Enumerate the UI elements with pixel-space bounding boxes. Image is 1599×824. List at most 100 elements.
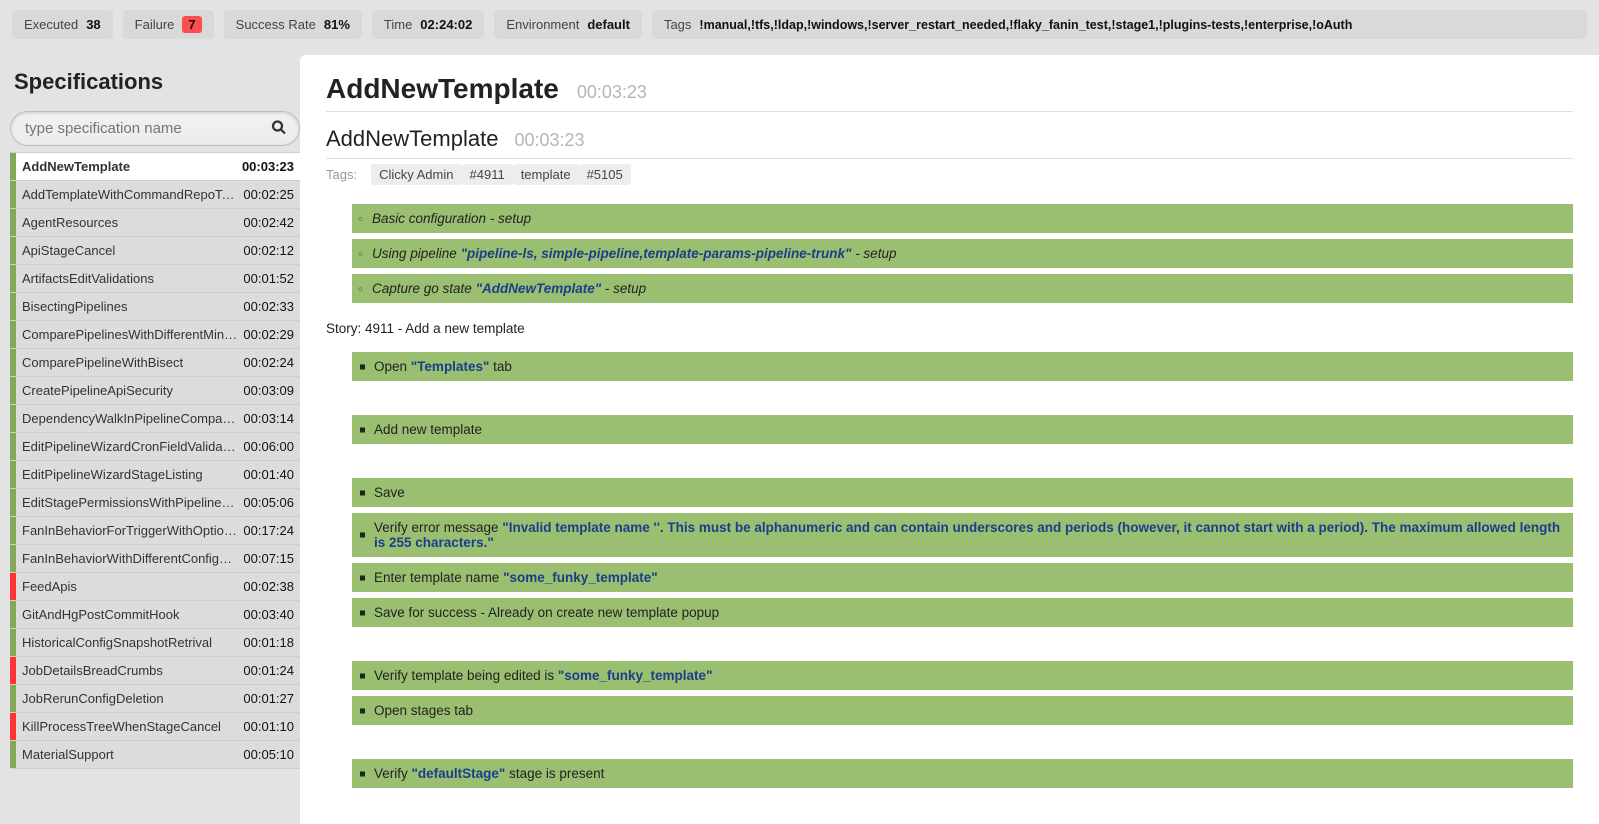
spec-name: JobDetailsBreadCrumbs <box>16 663 243 678</box>
spec-item[interactable]: FeedApis00:02:38 <box>10 573 300 601</box>
spec-duration: 00:03:09 <box>243 383 300 398</box>
summary-time: Time 02:24:02 <box>372 10 484 39</box>
spec-item[interactable]: KillProcessTreeWhenStageCancel00:01:10 <box>10 713 300 741</box>
summary-success-rate: Success Rate 81% <box>224 10 362 39</box>
context-list: Basic configuration - setupUsing pipelin… <box>326 204 1573 303</box>
summary-bar: Executed 38 Failure 7 Success Rate 81% T… <box>0 0 1599 49</box>
spec-name: HistoricalConfigSnapshotRetrival <box>16 635 243 650</box>
summary-tags: Tags !manual,!tfs,!ldap,!windows,!server… <box>652 10 1587 39</box>
spec-name: EditPipelineWizardStageListing <box>16 467 243 482</box>
spec-item[interactable]: CreatePipelineApiSecurity00:03:09 <box>10 377 300 405</box>
scenario-title: AddNewTemplate <box>326 126 498 152</box>
tag[interactable]: #5105 <box>579 164 631 185</box>
spec-name: FeedApis <box>16 579 243 594</box>
step: Add new template <box>352 415 1573 444</box>
spec-item[interactable]: DependencyWalkInPipelineCompar…00:03:14 <box>10 405 300 433</box>
spec-name: CreatePipelineApiSecurity <box>16 383 243 398</box>
spec-item[interactable]: EditPipelineWizardStageListing00:01:40 <box>10 461 300 489</box>
spec-duration: 00:02:29 <box>243 327 300 342</box>
spec-duration: 00:17:24 <box>243 523 300 538</box>
spec-item[interactable]: AgentResources00:02:42 <box>10 209 300 237</box>
step: Open stages tab <box>352 696 1573 725</box>
main-panel: AddNewTemplate 00:03:23 AddNewTemplate 0… <box>300 55 1599 824</box>
scenario-time: 00:03:23 <box>514 130 584 151</box>
spec-name: JobRerunConfigDeletion <box>16 691 243 706</box>
spec-duration: 00:01:27 <box>243 691 300 706</box>
spec-name: BisectingPipelines <box>16 299 243 314</box>
spec-duration: 00:02:42 <box>243 215 300 230</box>
spec-duration: 00:05:10 <box>243 747 300 762</box>
spec-name: EditStagePermissionsWithPipelineG… <box>16 495 243 510</box>
spec-duration: 00:01:52 <box>243 271 300 286</box>
spec-duration: 00:02:24 <box>243 355 300 370</box>
search-input[interactable] <box>10 111 300 146</box>
step: Verify "defaultStage" stage is present <box>352 759 1573 788</box>
spec-item[interactable]: ComparePipelineWithBisect00:02:24 <box>10 349 300 377</box>
summary-failure: Failure 7 <box>123 10 214 39</box>
spec-item[interactable]: EditStagePermissionsWithPipelineG…00:05:… <box>10 489 300 517</box>
spec-duration: 00:01:24 <box>243 663 300 678</box>
spec-item[interactable]: ArtifactsEditValidations00:01:52 <box>10 265 300 293</box>
spec-name: KillProcessTreeWhenStageCancel <box>16 719 243 734</box>
context-step: Basic configuration - setup <box>352 204 1573 233</box>
tag[interactable]: #4911 <box>462 164 513 185</box>
spec-item[interactable]: HistoricalConfigSnapshotRetrival00:01:18 <box>10 629 300 657</box>
spec-name: ComparePipelineWithBisect <box>16 355 243 370</box>
spec-item[interactable]: FanInBehaviorForTriggerWithOptions00:17:… <box>10 517 300 545</box>
spec-item[interactable]: ComparePipelinesWithDifferentMing…00:02:… <box>10 321 300 349</box>
step: Enter template name "some_funky_template… <box>352 563 1573 592</box>
spec-title-row: AddNewTemplate 00:03:23 <box>326 73 1573 112</box>
spec-duration: 00:02:12 <box>243 243 300 258</box>
spec-item[interactable]: BisectingPipelines00:02:33 <box>10 293 300 321</box>
search-box <box>10 111 300 146</box>
spec-item[interactable]: JobDetailsBreadCrumbs00:01:24 <box>10 657 300 685</box>
spec-item[interactable]: GitAndHgPostCommitHook00:03:40 <box>10 601 300 629</box>
spec-duration: 00:02:25 <box>243 187 300 202</box>
spec-duration: 00:01:10 <box>243 719 300 734</box>
spec-name: MaterialSupport <box>16 747 243 762</box>
spec-name: EditPipelineWizardCronFieldValidati… <box>16 439 243 454</box>
scenario-title-row: AddNewTemplate 00:03:23 <box>326 126 1573 159</box>
step: Verify error message "Invalid template n… <box>352 513 1573 557</box>
step: Verify template being edited is "some_fu… <box>352 661 1573 690</box>
failure-badge: 7 <box>182 16 201 33</box>
spec-name: GitAndHgPostCommitHook <box>16 607 243 622</box>
spec-item[interactable]: AddTemplateWithCommandRepoTask00:02:25 <box>10 181 300 209</box>
tags-label: Tags: <box>326 167 357 182</box>
spec-name: AddNewTemplate <box>16 159 242 174</box>
step: Save <box>352 478 1573 507</box>
spec-name: DependencyWalkInPipelineCompar… <box>16 411 243 426</box>
spec-item[interactable]: AddNewTemplate00:03:23 <box>10 153 300 181</box>
spec-name: FanInBehaviorForTriggerWithOptions <box>16 523 243 538</box>
spec-name: ArtifactsEditValidations <box>16 271 243 286</box>
sidebar-title: Specifications <box>10 49 300 111</box>
story-text: Story: 4911 - Add a new template <box>326 321 1573 336</box>
spec-name: AddTemplateWithCommandRepoTask <box>16 187 243 202</box>
spec-duration: 00:02:33 <box>243 299 300 314</box>
sidebar: Specifications AddNewTemplate00:03:23Add… <box>0 49 300 824</box>
spec-item[interactable]: ApiStageCancel00:02:12 <box>10 237 300 265</box>
spec-duration: 00:01:40 <box>243 467 300 482</box>
spec-duration: 00:05:06 <box>243 495 300 510</box>
summary-executed: Executed 38 <box>12 10 113 39</box>
summary-environment: Environment default <box>494 10 642 39</box>
tag[interactable]: Clicky Admin <box>371 164 461 185</box>
spec-duration: 00:02:38 <box>243 579 300 594</box>
spec-name: AgentResources <box>16 215 243 230</box>
spec-time: 00:03:23 <box>577 82 647 103</box>
spec-item[interactable]: FanInBehaviorWithDifferentConfigur…00:07… <box>10 545 300 573</box>
spec-duration: 00:06:00 <box>243 439 300 454</box>
spec-name: FanInBehaviorWithDifferentConfigur… <box>16 551 243 566</box>
spec-item[interactable]: JobRerunConfigDeletion00:01:27 <box>10 685 300 713</box>
spec-title: AddNewTemplate <box>326 73 559 105</box>
search-icon <box>270 118 288 139</box>
spec-list: AddNewTemplate00:03:23AddTemplateWithCom… <box>10 152 300 769</box>
spec-item[interactable]: EditPipelineWizardCronFieldValidati…00:0… <box>10 433 300 461</box>
spec-name: ApiStageCancel <box>16 243 243 258</box>
step-list: Open "Templates" tabAdd new templateSave… <box>326 352 1573 788</box>
spec-duration: 00:07:15 <box>243 551 300 566</box>
spec-name: ComparePipelinesWithDifferentMing… <box>16 327 243 342</box>
spec-item[interactable]: MaterialSupport00:05:10 <box>10 741 300 769</box>
tag[interactable]: template <box>513 164 579 185</box>
context-step: Capture go state "AddNewTemplate" - setu… <box>352 274 1573 303</box>
